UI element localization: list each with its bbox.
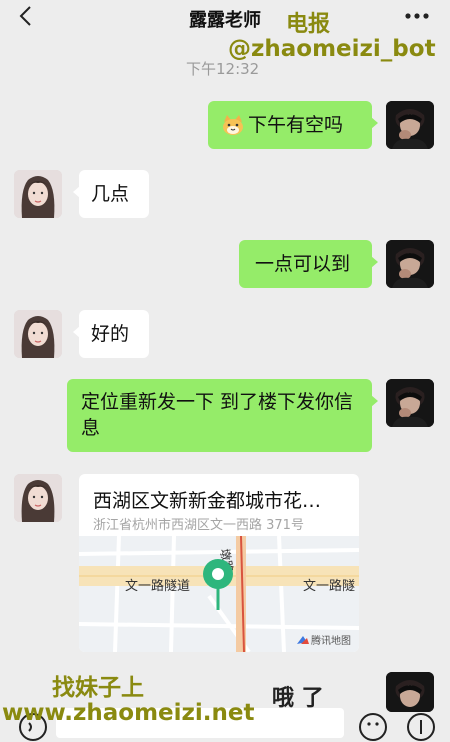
- avatar-image: [14, 474, 62, 522]
- avatar-me[interactable]: [386, 379, 434, 427]
- message-text: 几点: [91, 183, 130, 205]
- message-bubble-received[interactable]: 好的: [73, 310, 149, 358]
- map-brand-label: 腾讯地图: [311, 634, 351, 647]
- map-road-label: 文一路隧: [303, 578, 355, 594]
- message-bubble-sent[interactable]: 下午有空吗: [208, 101, 378, 149]
- map-road-label: 文一路隧道: [125, 578, 190, 594]
- location-card[interactable]: 西湖区文新新金都城市花… 浙江省杭州市西湖区文一西路 371号 文一路隧道 文一…: [79, 474, 359, 652]
- avatar-me[interactable]: [386, 672, 434, 712]
- avatar-me[interactable]: [386, 101, 434, 149]
- chat-header: 露露老师: [0, 0, 450, 34]
- avatar-me[interactable]: [386, 240, 434, 288]
- location-title: 西湖区文新新金都城市花…: [93, 490, 322, 512]
- ellipsis-icon[interactable]: [404, 12, 430, 20]
- watermark-text: www.zhaomeizi.net: [2, 700, 255, 726]
- partial-message-text: 哦 了: [272, 686, 324, 711]
- avatar-contact[interactable]: [14, 474, 62, 522]
- location-map[interactable]: 文一路隧道 文一路隧 墩路 腾讯地图: [79, 536, 359, 652]
- message-timestamp: 下午12:32: [186, 60, 260, 78]
- avatar-image: [386, 672, 434, 712]
- message-bubble-sent[interactable]: 定位重新发一下 到了楼下发你信息: [67, 379, 378, 452]
- chat-title: 露露老师: [189, 10, 261, 31]
- location-address: 浙江省杭州市西湖区文一西路 371号: [93, 518, 304, 533]
- message-bubble-received[interactable]: 几点: [73, 170, 149, 218]
- message-text: 下午有空吗: [248, 114, 344, 136]
- message-text: 定位重新发一下 到了楼下发你信息: [81, 391, 354, 439]
- avatar-contact[interactable]: [14, 310, 62, 358]
- plus-icon[interactable]: [406, 712, 436, 742]
- message-text: 一点可以到: [255, 253, 351, 275]
- watermark-text: 电报: [286, 12, 331, 37]
- avatar-image: [386, 101, 434, 149]
- watermark-text: 找妹子上: [52, 675, 144, 701]
- message-bubble-sent[interactable]: 一点可以到: [239, 240, 378, 288]
- message-text: 好的: [91, 323, 130, 345]
- avatar-image: [14, 170, 62, 218]
- emoji-icon[interactable]: [358, 712, 388, 742]
- cat-face-emoji-icon: [223, 115, 243, 135]
- avatar-image: [386, 379, 434, 427]
- avatar-contact[interactable]: [14, 170, 62, 218]
- avatar-image: [386, 240, 434, 288]
- avatar-image: [14, 310, 62, 358]
